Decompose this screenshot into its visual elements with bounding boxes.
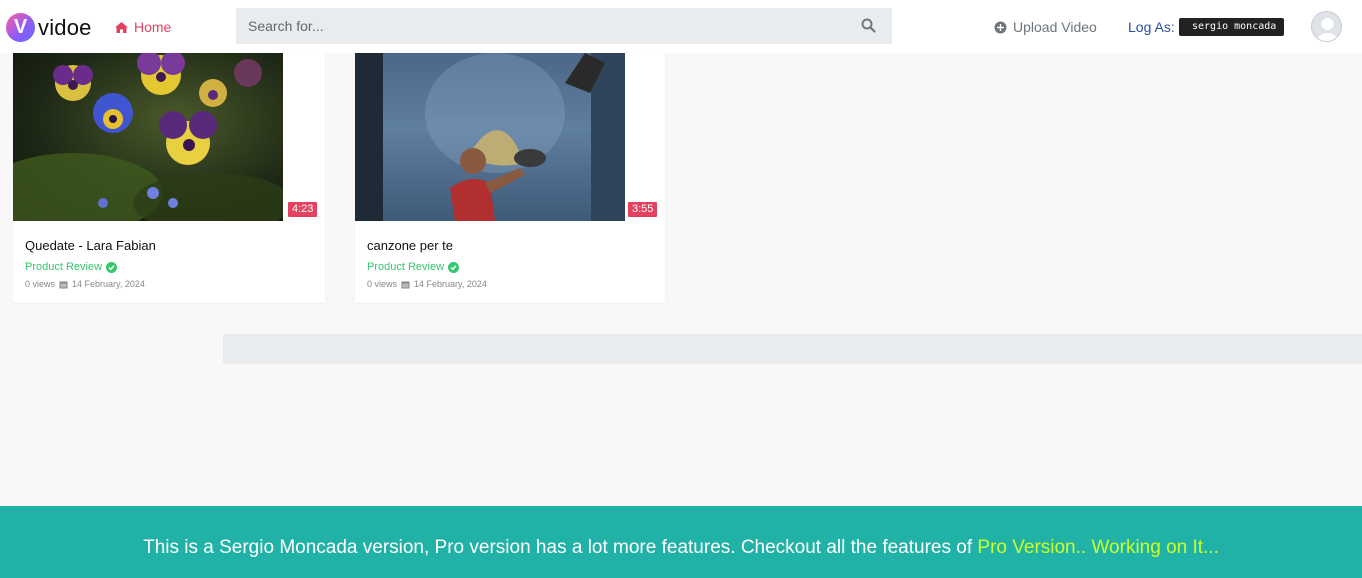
video-thumbnail[interactable] (355, 53, 625, 221)
logo-text: vidoe (38, 14, 92, 40)
video-meta: 0 views 14 February, 2024 (367, 279, 487, 289)
avatar[interactable] (1311, 11, 1342, 42)
search-icon[interactable] (861, 18, 876, 33)
upload-date: 14 February, 2024 (414, 279, 487, 289)
pansy-flowers-image (13, 53, 283, 221)
search-bar (236, 8, 892, 44)
home-label: Home (134, 19, 172, 35)
channel-name: Product Review (367, 261, 445, 273)
verified-check-icon (106, 261, 118, 273)
video-title[interactable]: Quedate - Lara Fabian (25, 238, 156, 253)
pro-version-link[interactable]: Pro Version.. Working on It... (977, 537, 1218, 558)
username-badge: sergio moncada (1179, 18, 1285, 36)
video-meta: 0 views 14 February, 2024 (25, 279, 145, 289)
channel-name: Product Review (25, 261, 103, 273)
verified-check-icon (448, 261, 460, 273)
upload-video-label: Upload Video (1013, 19, 1097, 35)
footer-banner: This is a Sergio Moncada version, Pro ve… (0, 506, 1362, 578)
view-count: 0 views (367, 279, 398, 289)
search-input[interactable] (236, 8, 836, 44)
pagination-bar (223, 334, 1362, 364)
calendar-icon (59, 281, 68, 288)
upload-video-link[interactable]: Upload Video (994, 19, 1097, 35)
boy-with-dove-image (355, 53, 625, 221)
video-title[interactable]: canzone per te (367, 238, 453, 253)
channel-link[interactable]: Product Review (25, 261, 118, 273)
calendar-icon (401, 281, 410, 288)
duration-badge: 4:23 (288, 202, 318, 217)
logo[interactable]: V vidoe (6, 13, 92, 42)
video-card[interactable]: 3:55 canzone per te Product Review 0 vie… (355, 53, 665, 303)
video-thumbnail[interactable] (13, 53, 283, 221)
top-navbar: V vidoe Home Upload Video Log As: sergio… (0, 0, 1362, 53)
user-silhouette-icon (1312, 12, 1341, 41)
duration-badge: 3:55 (628, 202, 658, 217)
home-icon (115, 21, 128, 33)
logo-badge: V (6, 13, 35, 42)
footer-text: This is a Sergio Moncada version, Pro ve… (143, 537, 978, 558)
channel-link[interactable]: Product Review (367, 261, 460, 273)
video-card[interactable]: 4:23 Quedate - Lara Fabian Product Revie… (13, 53, 325, 303)
plus-circle-icon (994, 21, 1007, 33)
upload-date: 14 February, 2024 (72, 279, 145, 289)
view-count: 0 views (25, 279, 56, 289)
logged-as-label: Log As: (1128, 19, 1175, 35)
home-link[interactable]: Home (114, 19, 171, 35)
